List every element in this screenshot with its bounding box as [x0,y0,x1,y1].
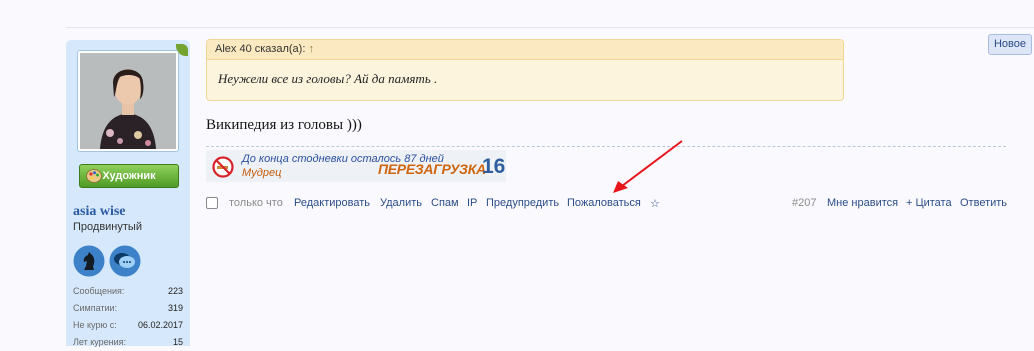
quote-link[interactable]: + Цитата [906,197,952,209]
spam-link[interactable]: Спам [431,197,459,209]
stat-row: Симпатии: 319 [73,300,183,317]
stat-row: Сообщения: 223 [73,283,183,300]
user-title: Продвинутый [73,221,142,233]
delete-link[interactable]: Удалить [380,197,422,209]
palette-icon [86,169,102,183]
knight-trophy-icon[interactable] [73,245,105,277]
role-badge[interactable]: Художник [79,164,179,188]
role-label: Художник [102,170,156,182]
quote-header: Alex 40 сказал(а): ↑ [207,40,843,60]
ip-link[interactable]: IP [467,197,477,209]
stat-label: Не курю с: [73,320,117,330]
stat-row: Лет курения: 15 [73,334,183,351]
signature-divider [206,146,1006,147]
like-link[interactable]: Мне нравится [827,197,898,209]
signature-brand: ПЕРЕЗАГРУЗКА [378,161,486,177]
avatar[interactable] [77,50,179,152]
quote-text: Неужели все из головы? Ай да память . [218,71,438,86]
user-stats: Сообщения: 223 Симпатии: 319 Не курю с: 06.… [73,283,183,351]
signature-rank: Мудрец [242,167,282,179]
reply-link[interactable]: Ответить [960,197,1007,209]
go-to-quote-icon[interactable]: ↑ [308,43,314,55]
user-name[interactable]: asia wise [73,204,126,220]
no-smoking-icon [212,156,234,178]
quote-author[interactable]: Alex 40 сказал(а): [215,43,305,55]
post-number[interactable]: #207 [792,197,816,209]
edit-link[interactable]: Редактировать [294,197,370,209]
signature-banner[interactable]: До конца стодневки осталось 87 дней Мудр… [206,150,506,182]
signature-brand-number: 16 [482,155,506,178]
warn-link[interactable]: Предупредить [486,197,559,209]
quote-block: Alex 40 сказал(а): ↑ Неужели все из голо… [206,39,844,101]
bookmark-star-icon[interactable]: ☆ [650,197,660,210]
new-badge[interactable]: Новое [988,34,1032,55]
stat-label: Лет курения: [73,337,127,347]
stat-value: 06.02.2017 [137,320,183,330]
stat-label: Симпатии: [73,303,118,313]
stat-label: Сообщения: [73,286,125,296]
post-time[interactable]: только что [229,197,283,209]
stat-value: 223 [167,286,183,296]
select-post-checkbox[interactable] [206,197,218,209]
chat-bubbles-icon[interactable] [109,245,141,277]
message-text: Википедия из головы ))) [206,117,362,133]
report-link[interactable]: Пожаловаться [567,197,641,209]
top-divider [66,27,1034,28]
stat-value: 319 [167,303,183,313]
stat-value: 15 [172,337,183,347]
stat-row: Не курю с: 06.02.2017 [73,317,183,334]
